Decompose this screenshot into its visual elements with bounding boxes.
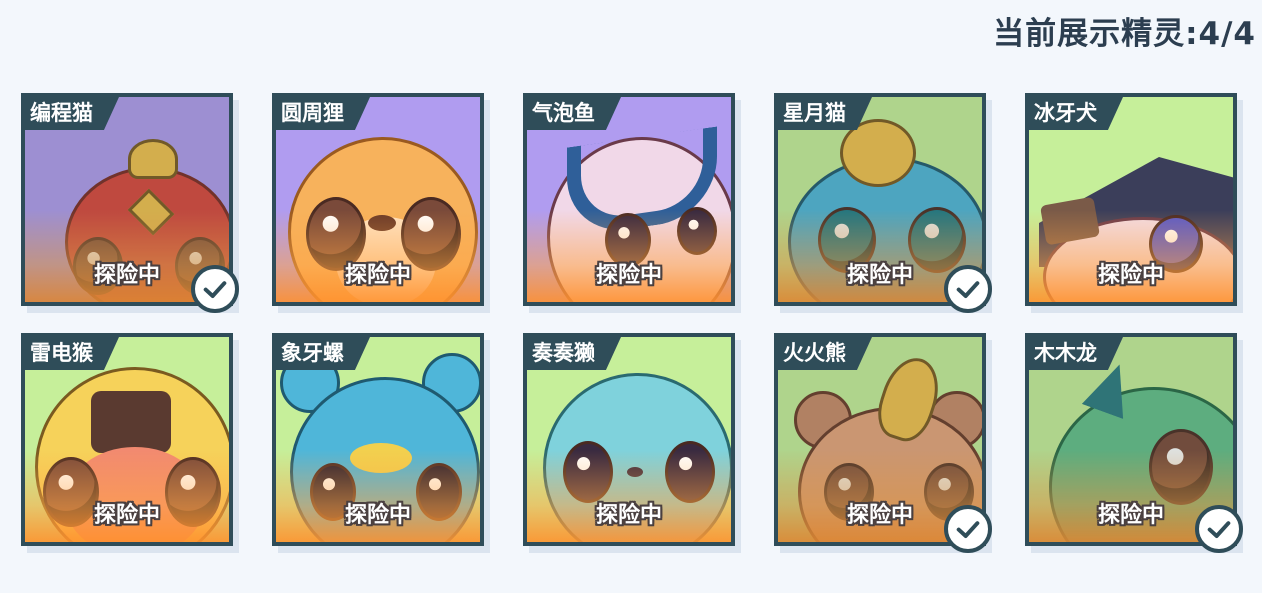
pet-status-label: 探险中 xyxy=(1097,263,1164,288)
selected-check-icon[interactable] xyxy=(944,505,992,553)
pet-name-label: 木木龙 xyxy=(1029,337,1123,370)
pet-card-bingya-quan[interactable]: 冰牙犬 探险中 xyxy=(1025,93,1237,306)
pet-status-label: 探险中 xyxy=(93,503,160,528)
pet-name-label: 气泡鱼 xyxy=(527,97,621,130)
pet-card-leidian-hou[interactable]: 雷电猴 探险中 xyxy=(21,333,233,546)
displayed-pets-counter: 当前展示精灵:4/4 xyxy=(993,16,1256,52)
selected-check-icon[interactable] xyxy=(944,265,992,313)
pet-name-label: 奏奏獭 xyxy=(527,337,621,370)
pet-name-label: 编程猫 xyxy=(25,97,119,130)
pet-status-label: 探险中 xyxy=(595,503,662,528)
pet-status-label: 探险中 xyxy=(595,263,662,288)
pet-name-label: 星月猫 xyxy=(778,97,872,130)
pet-name-label: 火火熊 xyxy=(778,337,872,370)
pet-card-yuanzhou-li[interactable]: 圆周狸 探险中 xyxy=(272,93,484,306)
pet-card-xiangya-luo[interactable]: 象牙螺 探险中 xyxy=(272,333,484,546)
pet-status-label: 探险中 xyxy=(344,263,411,288)
pet-card-qipao-yu[interactable]: 气泡鱼 探险中 xyxy=(523,93,735,306)
pet-name-label: 冰牙犬 xyxy=(1029,97,1123,130)
pet-card-zouzou-ta[interactable]: 奏奏獭 探险中 xyxy=(523,333,735,546)
selected-check-icon[interactable] xyxy=(191,265,239,313)
pet-name-label: 象牙螺 xyxy=(276,337,370,370)
pet-status-label: 探险中 xyxy=(344,503,411,528)
selected-check-icon[interactable] xyxy=(1195,505,1243,553)
pet-name-label: 雷电猴 xyxy=(25,337,119,370)
pet-name-label: 圆周狸 xyxy=(276,97,370,130)
